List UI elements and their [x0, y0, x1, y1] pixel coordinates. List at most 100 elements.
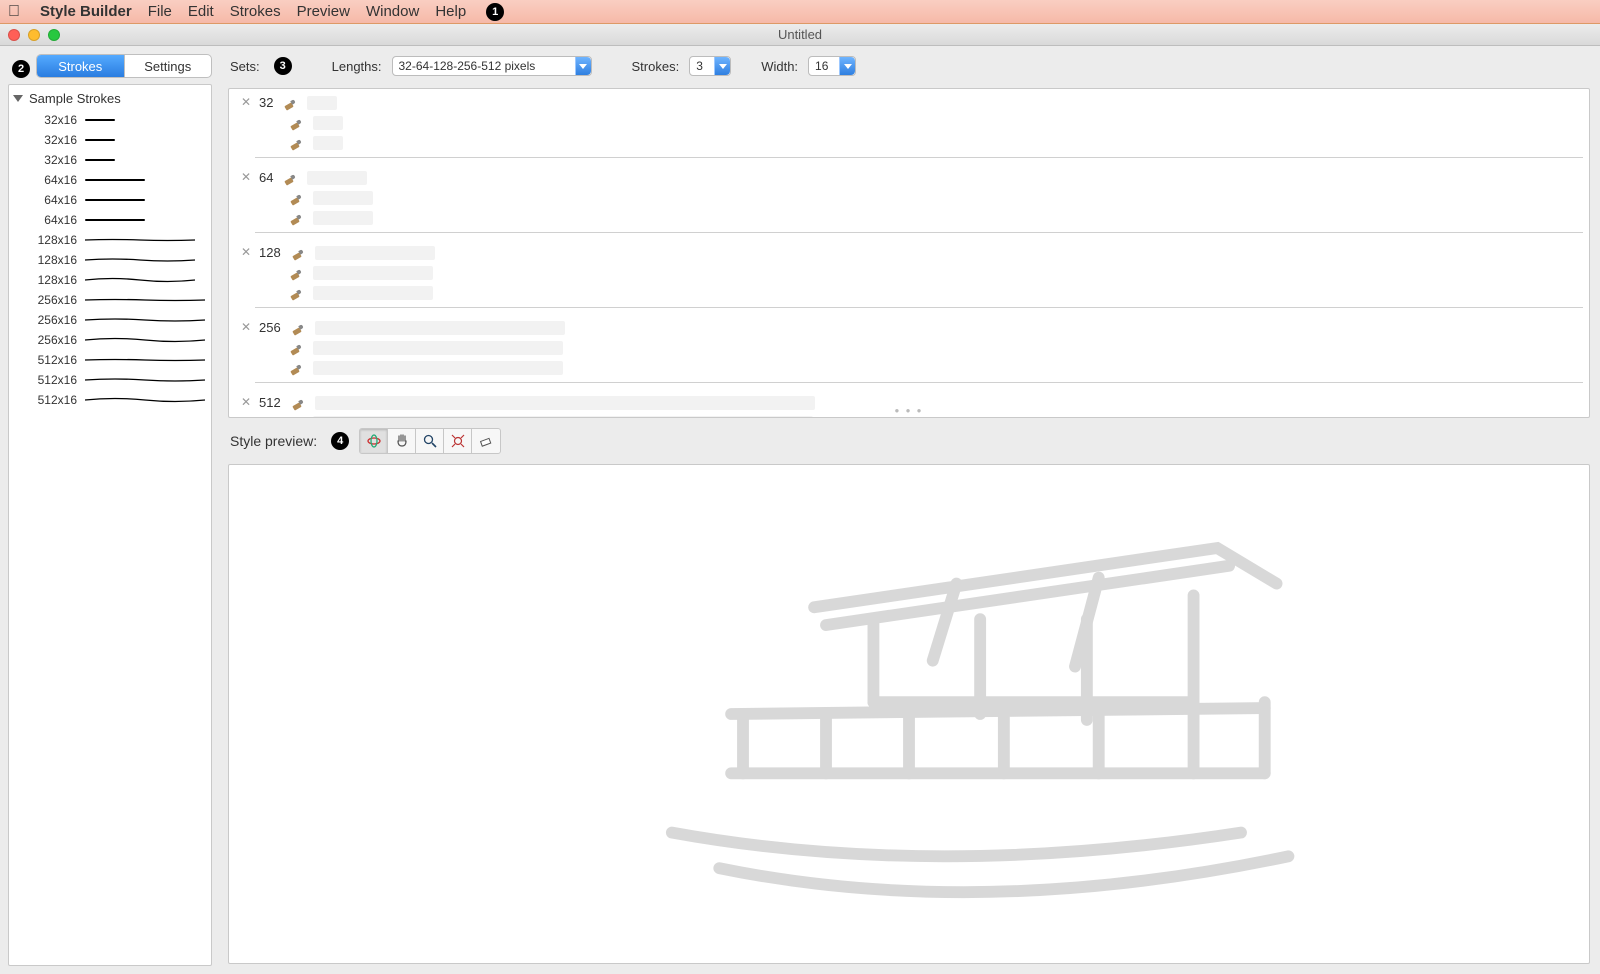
strokes-select[interactable]: 3	[689, 56, 731, 76]
stroke-dimensions: 512x16	[29, 353, 77, 367]
stroke-item[interactable]: 128x16	[11, 230, 209, 250]
window-titlebar: Untitled	[0, 24, 1600, 46]
dropdown-arrow-icon	[714, 57, 730, 75]
lengths-value: 32-64-128-256-512 pixels	[399, 59, 536, 73]
stroke-dimensions: 256x16	[29, 333, 77, 347]
apple-menu[interactable]: 	[8, 3, 20, 21]
brush-icon[interactable]	[291, 246, 305, 260]
brush-icon[interactable]	[289, 341, 303, 355]
stroke-sample	[85, 297, 205, 303]
stroke-item[interactable]: 64x16	[11, 210, 209, 230]
main-panel: Sets: 3 Lengths: 32-64-128-256-512 pixel…	[220, 46, 1600, 974]
width-label: Width:	[761, 59, 798, 74]
zoom-icon	[422, 433, 438, 449]
callout-4: 4	[331, 432, 349, 450]
tool-pan[interactable]	[388, 429, 416, 453]
stroke-sample	[85, 377, 205, 383]
stroke-slot[interactable]	[313, 211, 373, 225]
menu-edit[interactable]: Edit	[188, 3, 214, 20]
brush-icon[interactable]	[289, 361, 303, 375]
remove-set-icon[interactable]: ✕	[241, 320, 253, 334]
menu-file[interactable]: File	[148, 3, 172, 20]
stroke-item[interactable]: 512x16	[11, 350, 209, 370]
menu-strokes[interactable]: Strokes	[230, 3, 281, 20]
tool-zoom-extents[interactable]	[444, 429, 472, 453]
menu-help[interactable]: Help	[435, 3, 466, 20]
stroke-item[interactable]: 256x16	[11, 310, 209, 330]
stroke-slot[interactable]	[313, 286, 433, 300]
lengths-select[interactable]: 32-64-128-256-512 pixels	[392, 56, 592, 76]
erase-icon	[478, 433, 494, 449]
stroke-slot[interactable]	[313, 136, 343, 150]
menu-window[interactable]: Window	[366, 3, 419, 20]
stroke-group-header[interactable]: Sample Strokes	[11, 89, 209, 110]
tab-settings[interactable]: Settings	[125, 55, 212, 77]
stroke-slot[interactable]	[313, 116, 343, 130]
brush-icon[interactable]	[289, 191, 303, 205]
remove-set-icon[interactable]: ✕	[241, 95, 253, 109]
brush-icon[interactable]	[291, 321, 305, 335]
remove-set-icon[interactable]: ✕	[241, 245, 253, 259]
sets-toolbar: Sets: 3 Lengths: 32-64-128-256-512 pixel…	[228, 54, 1590, 82]
stroke-item[interactable]: 256x16	[11, 290, 209, 310]
stroke-slot[interactable]	[313, 341, 563, 355]
menu-preview[interactable]: Preview	[297, 3, 350, 20]
set-length-label: 256	[259, 320, 281, 335]
dropdown-arrow-icon	[575, 57, 591, 75]
stroke-slot[interactable]	[307, 96, 337, 110]
stroke-sample	[85, 199, 145, 201]
stroke-dimensions: 512x16	[29, 373, 77, 387]
stroke-group-title: Sample Strokes	[29, 91, 121, 106]
brush-icon[interactable]	[289, 266, 303, 280]
brush-icon[interactable]	[289, 116, 303, 130]
sidebar: 2 Strokes Settings Sample Strokes 32x163…	[0, 46, 220, 974]
sets-label: Sets:	[230, 59, 260, 74]
resize-handle-icon[interactable]: ● ● ●	[229, 406, 1589, 415]
stroke-sample	[85, 337, 205, 343]
remove-set-icon[interactable]: ✕	[241, 170, 253, 184]
brush-icon[interactable]	[289, 416, 303, 418]
stroke-item[interactable]: 512x16	[11, 390, 209, 410]
stroke-item[interactable]: 256x16	[11, 330, 209, 350]
tab-strokes[interactable]: Strokes	[37, 55, 125, 77]
stroke-slot[interactable]	[315, 246, 435, 260]
stroke-item[interactable]: 512x16	[11, 370, 209, 390]
stroke-slot[interactable]	[307, 171, 367, 185]
stroke-item[interactable]: 64x16	[11, 190, 209, 210]
stroke-item[interactable]: 64x16	[11, 170, 209, 190]
stroke-sample	[85, 237, 195, 243]
stroke-item[interactable]: 32x16	[11, 110, 209, 130]
stroke-dimensions: 512x16	[29, 393, 77, 407]
stroke-sample	[85, 219, 145, 221]
stroke-item[interactable]: 32x16	[11, 130, 209, 150]
stroke-slot[interactable]	[313, 361, 563, 375]
stroke-dimensions: 32x16	[29, 133, 77, 147]
stroke-dimensions: 32x16	[29, 153, 77, 167]
stroke-item[interactable]: 32x16	[11, 150, 209, 170]
width-select[interactable]: 16	[808, 56, 856, 76]
tool-orbit[interactable]	[360, 429, 388, 453]
app-name[interactable]: Style Builder	[40, 3, 132, 20]
strokes-label: Strokes:	[632, 59, 680, 74]
menubar:  Style Builder File Edit Strokes Previe…	[0, 0, 1600, 24]
stroke-sample	[85, 357, 205, 363]
stroke-slot[interactable]	[313, 416, 813, 418]
stroke-slot[interactable]	[313, 191, 373, 205]
callout-3: 3	[274, 57, 292, 75]
disclosure-triangle-icon[interactable]	[13, 95, 23, 102]
stroke-slot[interactable]	[315, 321, 565, 335]
tool-zoom[interactable]	[416, 429, 444, 453]
brush-icon[interactable]	[283, 96, 297, 110]
stroke-item[interactable]: 128x16	[11, 250, 209, 270]
stroke-dimensions: 256x16	[29, 313, 77, 327]
brush-icon[interactable]	[283, 171, 297, 185]
stroke-item[interactable]: 128x16	[11, 270, 209, 290]
brush-icon[interactable]	[289, 136, 303, 150]
preview-canvas[interactable]	[228, 464, 1590, 964]
tool-erase[interactable]	[472, 429, 500, 453]
brush-icon[interactable]	[289, 211, 303, 225]
set-length-label: 32	[259, 95, 273, 110]
brush-icon[interactable]	[289, 286, 303, 300]
stroke-slot[interactable]	[313, 266, 433, 280]
lengths-label: Lengths:	[332, 59, 382, 74]
